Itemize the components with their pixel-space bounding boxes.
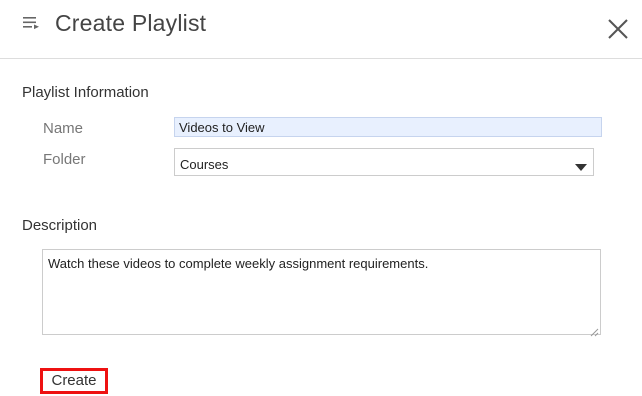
dialog-title: Create Playlist bbox=[55, 10, 207, 36]
folder-select-value: Courses bbox=[180, 157, 229, 172]
name-label: Name bbox=[43, 120, 84, 137]
folder-select[interactable]: Courses bbox=[174, 148, 594, 176]
close-icon[interactable] bbox=[606, 17, 630, 41]
resize-grip-icon[interactable] bbox=[590, 324, 599, 337]
description-heading: Description bbox=[22, 217, 98, 234]
dialog-header: Create Playlist bbox=[0, 0, 642, 59]
playlist-menu-icon bbox=[22, 14, 42, 34]
create-button[interactable]: Create bbox=[40, 368, 108, 394]
name-input[interactable] bbox=[174, 117, 602, 137]
playlist-information-heading: Playlist Information bbox=[22, 84, 149, 101]
caret-down-icon bbox=[575, 159, 587, 171]
description-textarea[interactable]: Watch these videos to complete weekly as… bbox=[42, 249, 601, 335]
folder-label: Folder bbox=[43, 151, 86, 168]
